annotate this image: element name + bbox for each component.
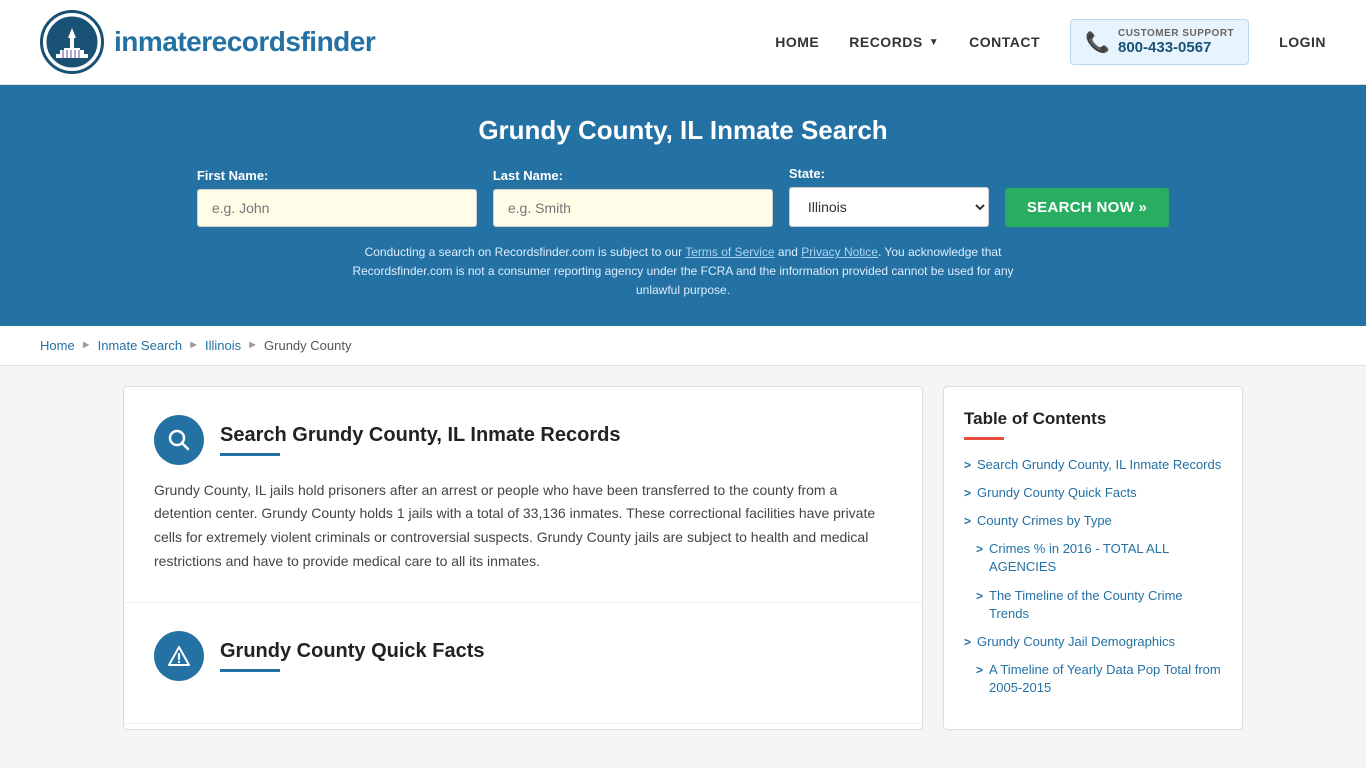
banner-title: Grundy County, IL Inmate Search [40, 115, 1326, 146]
nav-records[interactable]: RECORDS ▼ [849, 34, 939, 50]
toc-item-3[interactable]: > Crimes % in 2016 - TOTAL ALL AGENCIES [964, 540, 1222, 576]
main-nav: HOME RECORDS ▼ CONTACT 📞 CUSTOMER SUPPOR… [775, 19, 1326, 65]
state-select[interactable]: Illinois [789, 187, 989, 227]
toc-chevron-0: > [964, 458, 971, 472]
nav-home[interactable]: HOME [775, 34, 819, 50]
toc-item-2[interactable]: > County Crimes by Type [964, 512, 1222, 530]
records-chevron-icon: ▼ [929, 37, 939, 48]
quick-facts-section: Grundy County Quick Facts [124, 603, 922, 724]
toc-underline [964, 437, 1004, 440]
toc-link-3[interactable]: Crimes % in 2016 - TOTAL ALL AGENCIES [989, 540, 1222, 576]
disclaimer-text: Conducting a search on Recordsfinder.com… [333, 243, 1033, 301]
breadcrumb-sep-1: ► [81, 339, 92, 351]
last-name-label: Last Name: [493, 168, 773, 183]
toc-link-4[interactable]: The Timeline of the County Crime Trends [989, 587, 1222, 623]
breadcrumb: Home ► Inmate Search ► Illinois ► Grundy… [0, 326, 1366, 366]
privacy-link[interactable]: Privacy Notice [801, 245, 878, 259]
breadcrumb-home[interactable]: Home [40, 338, 75, 353]
section-title-underline-2 [220, 669, 280, 672]
table-of-contents: Table of Contents > Search Grundy County… [943, 386, 1243, 731]
toc-title: Table of Contents [964, 409, 1222, 429]
breadcrumb-illinois[interactable]: Illinois [205, 338, 241, 353]
toc-link-6[interactable]: A Timeline of Yearly Data Pop Total from… [989, 661, 1222, 697]
content-left: Search Grundy County, IL Inmate Records … [123, 386, 923, 731]
section-header-search: Search Grundy County, IL Inmate Records [154, 415, 892, 465]
last-name-group: Last Name: [493, 168, 773, 227]
breadcrumb-sep-3: ► [247, 339, 258, 351]
toc-item-4[interactable]: > The Timeline of the County Crime Trend… [964, 587, 1222, 623]
toc-chevron-1: > [964, 486, 971, 500]
search-records-section: Search Grundy County, IL Inmate Records … [124, 387, 922, 603]
customer-support-box: 📞 CUSTOMER SUPPORT 800-433-0567 [1070, 19, 1249, 65]
section-title-underline [220, 453, 280, 456]
section-header-quick-facts: Grundy County Quick Facts [154, 631, 892, 681]
search-form: First Name: Last Name: State: Illinois S… [40, 166, 1326, 227]
toc-item-0[interactable]: > Search Grundy County, IL Inmate Record… [964, 456, 1222, 474]
toc-link-5[interactable]: Grundy County Jail Demographics [977, 633, 1175, 651]
state-group: State: Illinois [789, 166, 989, 227]
search-section-body: Grundy County, IL jails hold prisoners a… [154, 479, 892, 574]
toc-chevron-6: > [976, 663, 983, 677]
support-label: CUSTOMER SUPPORT [1118, 28, 1234, 39]
search-now-button[interactable]: SEARCH NOW » [1005, 188, 1169, 227]
toc-item-6[interactable]: > A Timeline of Yearly Data Pop Total fr… [964, 661, 1222, 697]
toc-chevron-5: > [964, 635, 971, 649]
search-banner: Grundy County, IL Inmate Search First Na… [0, 85, 1366, 326]
logo-icon [40, 10, 104, 74]
alert-circle-icon [154, 631, 204, 681]
toc-chevron-4: > [976, 589, 983, 603]
toc-link-0[interactable]: Search Grundy County, IL Inmate Records [977, 456, 1221, 474]
nav-login[interactable]: LOGIN [1279, 34, 1326, 50]
main-content: Search Grundy County, IL Inmate Records … [83, 386, 1283, 731]
breadcrumb-inmate-search[interactable]: Inmate Search [98, 338, 183, 353]
section-title-search: Search Grundy County, IL Inmate Records [220, 424, 620, 447]
toc-link-1[interactable]: Grundy County Quick Facts [977, 484, 1137, 502]
toc-chevron-3: > [976, 542, 983, 556]
breadcrumb-county: Grundy County [264, 338, 351, 353]
logo-area: inmaterecordsfinder [40, 10, 375, 74]
toc-link-2[interactable]: County Crimes by Type [977, 512, 1112, 530]
toc-item-1[interactable]: > Grundy County Quick Facts [964, 484, 1222, 502]
last-name-input[interactable] [493, 189, 773, 227]
first-name-group: First Name: [197, 168, 477, 227]
breadcrumb-sep-2: ► [188, 339, 199, 351]
state-label: State: [789, 166, 989, 181]
logo-text: inmaterecordsfinder [114, 26, 375, 58]
toc-item-5[interactable]: > Grundy County Jail Demographics [964, 633, 1222, 651]
site-header: inmaterecordsfinder HOME RECORDS ▼ CONTA… [0, 0, 1366, 85]
headset-icon: 📞 [1085, 30, 1110, 55]
section-title-quick-facts: Grundy County Quick Facts [220, 640, 484, 663]
support-number: 800-433-0567 [1118, 39, 1234, 56]
nav-contact[interactable]: CONTACT [969, 34, 1040, 50]
terms-link[interactable]: Terms of Service [685, 245, 774, 259]
toc-chevron-2: > [964, 514, 971, 528]
search-circle-icon [154, 415, 204, 465]
first-name-input[interactable] [197, 189, 477, 227]
first-name-label: First Name: [197, 168, 477, 183]
